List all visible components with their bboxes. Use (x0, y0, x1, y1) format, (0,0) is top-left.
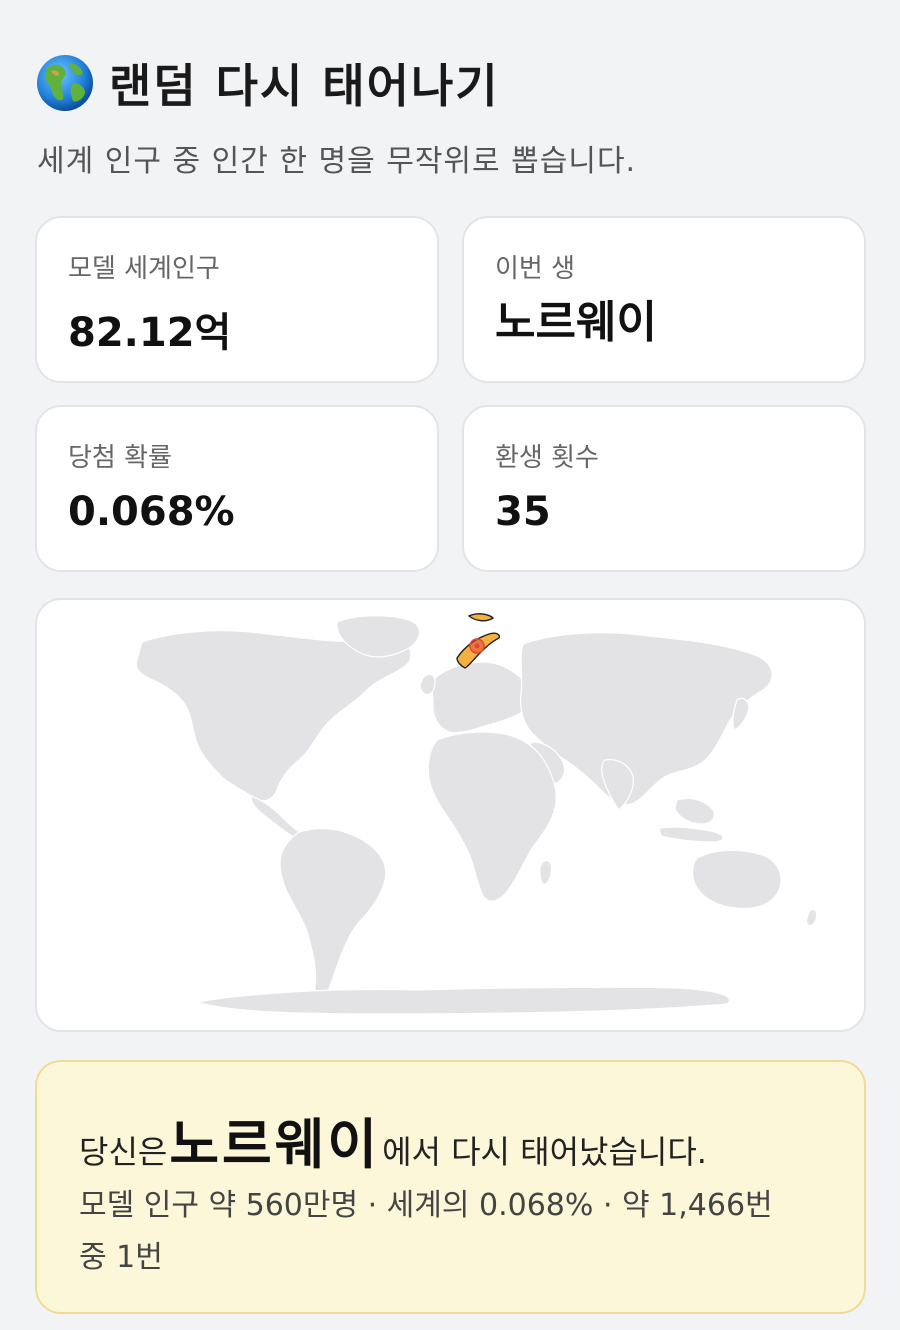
result-detail: 모델 인구 약 560만명 · 세계의 0.068% · 약 1,466번 중 … (79, 1180, 819, 1284)
result-prefix: 당신은 (79, 1133, 168, 1171)
globe-icon (37, 55, 93, 111)
indonesia (658, 826, 724, 843)
central-america (250, 795, 300, 839)
world-map[interactable] (37, 600, 866, 1032)
stat-card-this-life: 이번 생 노르웨이 (462, 216, 866, 383)
africa (427, 731, 557, 902)
result-country: 노르웨이 (169, 1113, 381, 1176)
page-title: 랜덤 다시 태어나기 (109, 59, 500, 113)
stat-label: 환생 횟수 (495, 443, 599, 473)
land-masses (135, 615, 818, 1015)
stat-card-probability: 당첨 확률 0.068% (35, 405, 439, 572)
stat-label: 당첨 확률 (68, 443, 172, 473)
antarctica (196, 986, 730, 1015)
highlighted-country (456, 613, 501, 669)
stat-label: 이번 생 (495, 254, 576, 284)
stat-card-rebirths: 환생 횟수 35 (462, 405, 866, 572)
southeast-asia (674, 797, 715, 825)
madagascar (539, 860, 553, 885)
uk (419, 673, 436, 695)
stat-value: 82.12억 (68, 310, 232, 356)
australia (691, 849, 782, 910)
result-detail-line: 중 1번 (79, 1240, 163, 1275)
svalbard (467, 613, 495, 622)
location-dot (474, 643, 480, 649)
result-panel: 당신은 노르웨이 에서 다시 태어났습니다. 모델 인구 약 560만명 · 세… (35, 1060, 866, 1314)
world-map-card[interactable] (35, 598, 866, 1032)
europe (431, 661, 531, 734)
stat-value: 0.068% (68, 489, 235, 535)
page-subtitle: 세계 인구 중 인간 한 명을 무작위로 뽑습니다. (37, 144, 637, 179)
result-suffix: 에서 다시 태어났습니다. (382, 1133, 707, 1171)
stat-card-population: 모델 세계인구 82.12억 (35, 216, 439, 383)
page: 랜덤 다시 태어나기 세계 인구 중 인간 한 명을 무작위로 뽑습니다. 모델… (0, 0, 900, 1330)
stat-label: 모델 세계인구 (68, 254, 220, 284)
south-america (279, 828, 387, 1000)
stat-value: 35 (495, 489, 551, 535)
result-headline: 당신은 노르웨이 에서 다시 태어났습니다. (79, 1100, 707, 1179)
stat-value: 노르웨이 (495, 297, 657, 348)
result-detail-line: 모델 인구 약 560만명 · 세계의 0.068% · 약 1,466번 (79, 1188, 773, 1223)
header: 랜덤 다시 태어나기 (35, 50, 500, 116)
new-zealand (806, 909, 818, 927)
